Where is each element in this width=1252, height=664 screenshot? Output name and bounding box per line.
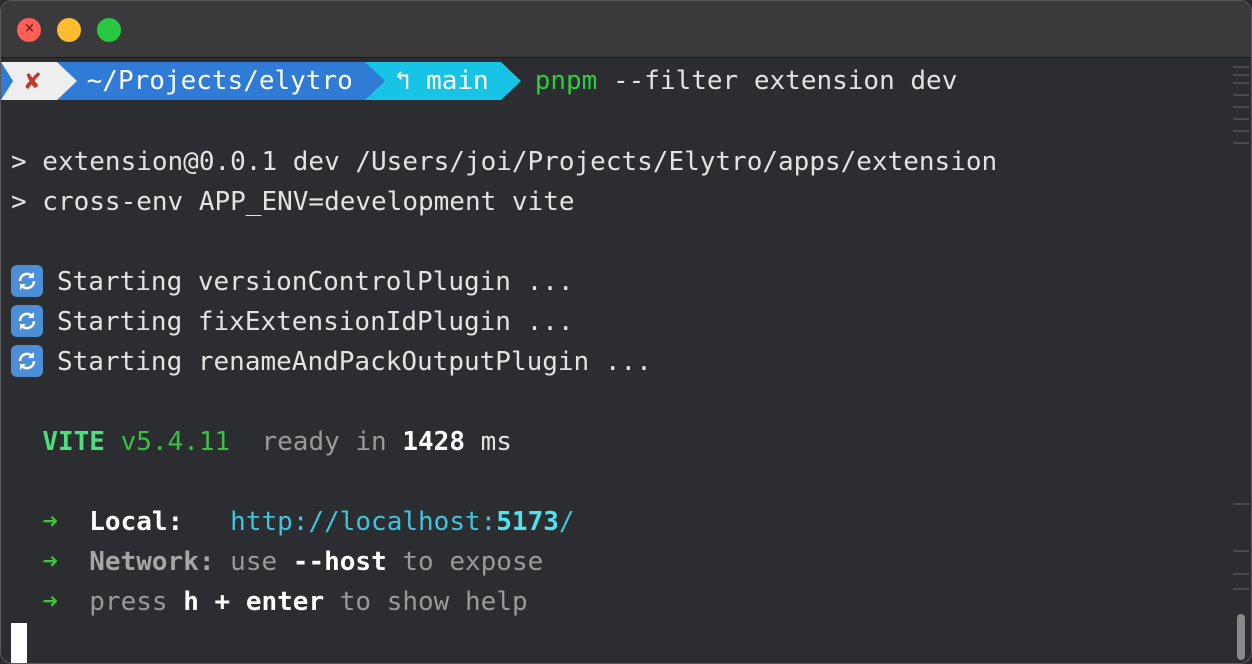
scroll-tick [1233,106,1249,108]
plugin-line: Starting versionControlPlugin ... [11,262,574,302]
plugin-line: Starting renameAndPackOutputPlugin ... [11,342,652,382]
close-button[interactable]: × [17,18,41,42]
sync-icon [11,264,43,297]
prompt-git-segment: ↰ main [364,62,521,100]
scroll-tick [1233,503,1249,505]
scroll-tick [1233,82,1249,84]
plugin-text: Starting fixExtensionIdPlugin ... [57,307,574,337]
network-rest: to expose [402,547,544,577]
script-line: > extension@0.0.1 dev /Users/joi/Project… [11,147,998,177]
help-keys: h + enter [183,587,325,617]
scroll-tick [1233,130,1249,132]
network-use: use [230,547,278,577]
segment-arrow-icon [500,62,521,100]
local-url[interactable]: http://localhost:5173/ [230,507,574,537]
ready-ms: 1428 [402,427,465,457]
local-label: Local: [89,507,184,537]
segment-arrow-icon [364,62,385,100]
vite-version: v5.4.11 [120,427,231,457]
plugin-text: Starting versionControlPlugin ... [57,267,574,297]
arrow-right-icon: ➜ [42,587,58,617]
shell-prompt: ✘ ~/Projects/elytro ↰ main pnpm --filter… [1,62,957,100]
close-icon: × [24,21,35,36]
scroll-tick [1233,94,1249,96]
prompt-lead-icon [1,62,13,100]
scroll-tick [1233,66,1249,68]
scrollbar-thumb[interactable] [1237,614,1245,660]
arrow-right-icon: ➜ [42,507,58,537]
sync-icon [11,344,43,377]
git-branch-icon: ↰ [394,66,411,96]
script-line: > cross-env APP_ENV=development vite [11,187,575,217]
help-rest: to show help [339,587,528,617]
sync-icon [11,304,43,337]
host-flag: --host [292,547,387,577]
scroll-tick [1233,573,1249,575]
prompt-path: ~/Projects/elytro [86,66,353,96]
arrow-right-icon: ➜ [42,547,58,577]
plugin-line: Starting fixExtensionIdPlugin ... [11,302,574,342]
ready-text: ready in [261,427,387,457]
local-url-line: ➜ Local: http://localhost:5173/ [11,502,574,542]
vite-ready-line: VITE v5.4.11 ready in 1428 ms [11,422,512,462]
scrollbar[interactable] [1229,58,1251,663]
network-line: ➜ Network: use --host to expose [11,542,543,582]
vite-name: VITE [42,427,105,457]
network-label: Network: [89,547,215,577]
terminal-output[interactable]: ✘ ~/Projects/elytro ↰ main pnpm --filter… [1,58,1229,663]
title-bar: × [1,1,1251,58]
ready-unit: ms [480,427,512,457]
segment-arrow-icon [56,62,77,100]
prompt-command: pnpm --filter extension dev [535,66,958,96]
git-branch: main [426,66,489,96]
scroll-tick [1233,118,1249,120]
prompt-path-segment: ~/Projects/elytro [56,62,385,100]
terminal-cursor [11,623,27,663]
scroll-tick [1233,550,1249,552]
plugin-text: Starting renameAndPackOutputPlugin ... [57,347,652,377]
maximize-button[interactable] [97,18,121,42]
minimize-button[interactable] [57,18,81,42]
help-press: press [89,587,168,617]
error-status-icon: ✘ [25,66,41,96]
help-line: ➜ press h + enter to show help [11,582,528,622]
command-binary: pnpm [534,66,598,96]
scroll-tick [1233,142,1249,144]
scroll-tick [1233,74,1249,76]
terminal-window: × ✘ ~/Projects/elytro ↰ main pnpm --filt… [0,0,1252,664]
command-args: --filter extension dev [597,66,958,96]
scroll-tick [1233,588,1249,590]
